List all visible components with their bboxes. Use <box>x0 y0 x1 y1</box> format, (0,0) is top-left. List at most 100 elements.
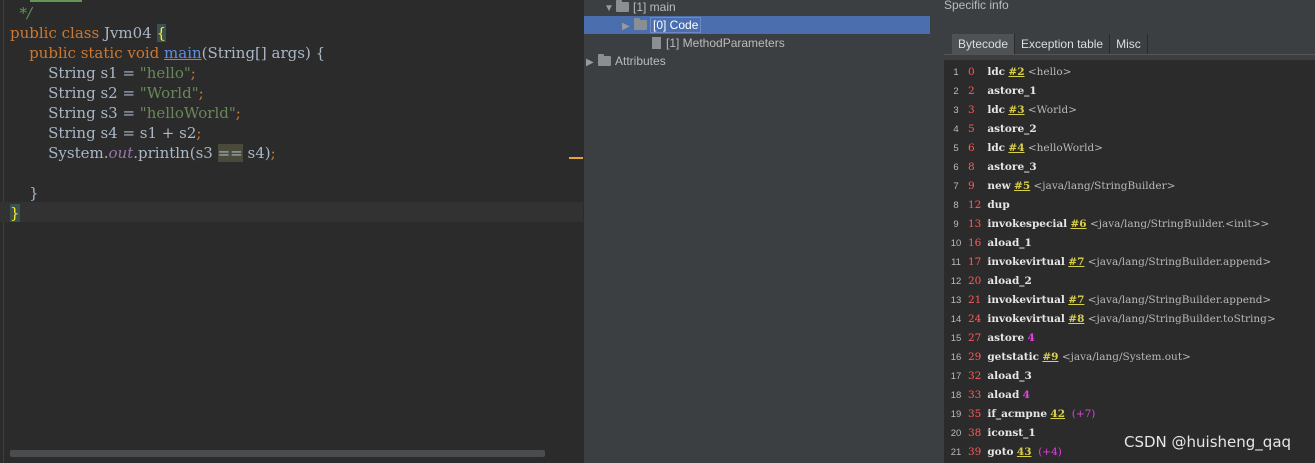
tab-misc[interactable]: Misc <box>1110 34 1148 54</box>
code-token: Jvm04 <box>103 24 157 42</box>
bytecode-line-number: 16 <box>950 352 962 363</box>
code-line[interactable]: String s3 = "helloWorld"; <box>10 103 241 123</box>
bytecode-row[interactable]: 10 16 aload_1 <box>944 234 1032 253</box>
bytecode-reference-link[interactable]: #7 <box>1068 256 1084 268</box>
bytecode-row[interactable]: 9 13 invokespecial #6 <java/lang/StringBu… <box>944 215 1269 234</box>
tree-item-label: [1] main <box>633 0 676 14</box>
bytecode-row[interactable]: 33 ldc #3 <World> <box>944 101 1077 120</box>
code-token: public static void <box>29 44 165 62</box>
bytecode-offset: 13 <box>968 218 982 230</box>
code-token: public class <box>10 24 104 42</box>
tree-item[interactable]: [1] MethodParameters <box>640 34 785 52</box>
bytecode-offset: 38 <box>968 427 982 439</box>
bytecode-opcode: getstatic <box>987 351 1040 363</box>
code-token: String s3 = <box>10 104 140 122</box>
current-line-highlight <box>0 202 583 222</box>
bytecode-listing[interactable]: 10 ldc #2 <hello> 2 2 astore_1 3 3 ldc #3 <W… <box>944 60 1315 463</box>
bytecode-reference-link[interactable]: #5 <box>1014 180 1030 192</box>
bytecode-row[interactable]: 17 32 aload_3 <box>944 367 1032 386</box>
expand-arrow-right-icon[interactable]: ▶ <box>586 54 598 72</box>
bytecode-row[interactable]: 11 17 invokevirtual #7 <java/lang/StringB… <box>944 253 1271 272</box>
code-token: } <box>10 184 39 202</box>
bytecode-opcode: astore <box>987 332 1025 344</box>
bytecode-line-number: 2 <box>953 86 959 97</box>
tab-divider <box>944 54 1315 55</box>
bytecode-row[interactable]: 22 astore_1 <box>944 82 1036 101</box>
bytecode-line-number: 18 <box>950 390 962 401</box>
expand-arrow-right-icon[interactable]: ▶ <box>622 18 634 36</box>
bytecode-row[interactable]: 8 12 dup <box>944 196 1009 215</box>
bytecode-offset: 17 <box>968 256 982 268</box>
tree-item[interactable]: ▼ [1] main <box>604 0 676 16</box>
bytecode-line-number: 17 <box>950 371 962 382</box>
bytecode-reference-link[interactable]: #9 <box>1042 351 1058 363</box>
bytecode-opcode: aload_2 <box>987 275 1032 287</box>
error-stripe-marker[interactable] <box>569 157 583 159</box>
bytecode-row[interactable]: 14 24 invokevirtual #8 <java/lang/StringB… <box>944 310 1276 329</box>
code-token: .println(s3 <box>133 144 218 162</box>
bytecode-comment: <java/lang/System.out> <box>1061 351 1191 363</box>
tab-exception-table[interactable]: Exception table <box>1015 34 1111 54</box>
code-line[interactable]: String s2 = "World"; <box>10 83 204 103</box>
bytecode-reference-link[interactable]: #4 <box>1008 142 1024 154</box>
bytecode-row[interactable]: 45 astore_2 <box>944 120 1036 139</box>
bytecode-offset: 21 <box>968 294 982 306</box>
code-token: } <box>10 204 20 222</box>
bytecode-opcode: ldc <box>987 104 1006 116</box>
folder-icon <box>598 54 611 66</box>
code-line[interactable]: */ <box>10 3 33 23</box>
bytecode-row[interactable]: 15 27 astore 4 <box>944 329 1035 348</box>
bytecode-reference-link[interactable]: #3 <box>1008 104 1024 116</box>
bytecode-operand: 4 <box>1027 332 1035 344</box>
code-token: out <box>108 144 134 162</box>
class-structure-tree[interactable]: ▼ [1] main ▶ [0] Code [1] MethodParameters ▶ A… <box>584 0 940 463</box>
code-line[interactable]: String s1 = "hello"; <box>10 63 196 83</box>
bytecode-row[interactable]: 12 20 aload_2 <box>944 272 1032 291</box>
bytecode-row[interactable]: 68 astore_3 <box>944 158 1036 177</box>
code-line[interactable]: } <box>10 203 20 223</box>
bytecode-line-number: 11 <box>951 257 961 268</box>
bytecode-reference-link[interactable]: #8 <box>1068 313 1084 325</box>
tree-item[interactable]: ▶ [0] Code <box>622 16 702 36</box>
tree-item[interactable]: ▶ Attributes <box>586 52 666 70</box>
bytecode-row[interactable]: 13 21 invokevirtual #7 <java/lang/StringB… <box>944 291 1272 310</box>
code-token: "hello" <box>139 64 191 82</box>
bytecode-reference-link[interactable]: #7 <box>1068 294 1084 306</box>
bytecode-reference-link[interactable]: #2 <box>1008 66 1024 78</box>
code-token: "helloWorld" <box>139 104 236 122</box>
bytecode-row[interactable]: 19 35 if_acmpne 42 (+7) <box>944 405 1096 424</box>
bytecode-reference-link[interactable]: #6 <box>1070 218 1086 230</box>
tab-bytecode[interactable]: Bytecode <box>952 34 1016 54</box>
bytecode-row[interactable]: 21 39 goto 43 (+4) <box>944 443 1062 462</box>
bytecode-row[interactable]: 18 33 aload 4 <box>944 386 1030 405</box>
bytecode-reference-link[interactable]: 42 <box>1050 408 1065 420</box>
code-editor[interactable]: */public class Jvm04 { public static voi… <box>0 0 583 463</box>
code-line[interactable]: String s4 = s1 + s2; <box>10 123 201 143</box>
code-line[interactable]: public static void main(String[] args) { <box>10 43 325 63</box>
bytecode-opcode: goto <box>987 446 1014 458</box>
bytecode-offset: 24 <box>968 313 982 325</box>
code-line[interactable]: public class Jvm04 { <box>10 23 167 43</box>
bytecode-relative-offset: (+4) <box>1038 446 1062 458</box>
bytecode-row[interactable]: 10 ldc #2 <hello> <box>944 63 1071 82</box>
bytecode-opcode: aload_1 <box>987 237 1032 249</box>
horizontal-scrollbar[interactable] <box>10 450 545 457</box>
bytecode-opcode: invokevirtual <box>987 256 1065 268</box>
bytecode-opcode: new <box>987 180 1011 192</box>
bytecode-opcode: ldc <box>987 66 1006 78</box>
code-token: */ <box>19 4 33 22</box>
expand-arrow-down-icon[interactable]: ▼ <box>604 0 616 18</box>
bytecode-comment: <World> <box>1027 104 1077 116</box>
bytecode-row[interactable]: 56 ldc #4 <helloWorld> <box>944 139 1103 158</box>
bytecode-row[interactable]: 79 new #5 <java/lang/StringBuilder> <box>944 177 1175 196</box>
code-line[interactable]: System.out.println(s3 == s4); <box>10 143 276 163</box>
code-line[interactable]: } <box>10 183 39 203</box>
bytecode-row[interactable]: 16 29 getstatic #9 <java/lang/System.out> <box>944 348 1191 367</box>
bytecode-opcode: if_acmpne <box>987 408 1048 420</box>
bytecode-row[interactable]: 20 38 iconst_1 <box>944 424 1036 443</box>
bytecode-line-number: 14 <box>950 314 962 325</box>
bytecode-offset: 32 <box>968 370 982 382</box>
bytecode-line-number: 7 <box>953 181 959 192</box>
bytecode-reference-link[interactable]: 43 <box>1017 446 1032 458</box>
code-token: (String[] args) { <box>201 44 326 62</box>
